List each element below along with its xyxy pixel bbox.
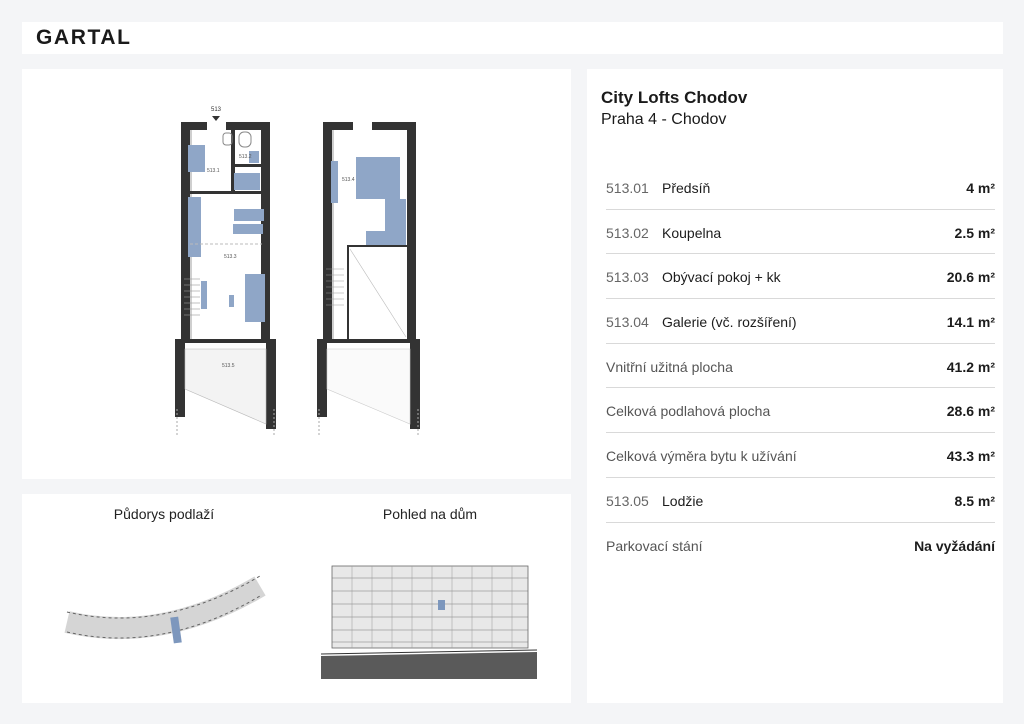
area-row: 513.04 Galerie (vč. rozšíření) 14.1 m² xyxy=(606,299,995,344)
area-value: 8.5 m² xyxy=(954,492,995,509)
project-location: Praha 4 - Chodov xyxy=(601,111,727,128)
header-bar: GARTAL xyxy=(22,22,1003,54)
thumbnails-drawing xyxy=(64,565,538,679)
floorplan-drawing: 513 513.2 513.1 513.3 513.5 513.4 xyxy=(175,107,420,437)
area-name: Celková výměra bytu k užívání xyxy=(606,448,797,465)
info-panel: City Lofts Chodov Praha 4 - Chodov 513.0… xyxy=(587,69,1003,703)
area-code: 513.05 xyxy=(606,492,649,509)
area-row: Vnitřní užitná plocha 41.2 m² xyxy=(606,344,995,389)
area-code: 513.02 xyxy=(606,224,649,241)
svg-text:513.1: 513.1 xyxy=(207,168,220,174)
area-name: Obývací pokoj + kk xyxy=(662,269,781,286)
area-code: 513.01 xyxy=(606,180,649,196)
area-row: Celková podlahová plocha 28.6 m² xyxy=(606,388,995,434)
area-name: Celková podlahová plocha xyxy=(606,403,771,420)
area-row: 513.05 Lodžie 8.5 m² xyxy=(606,478,995,523)
area-name: Lodžie xyxy=(662,492,704,509)
area-value: 4 m² xyxy=(966,180,995,196)
svg-text:513.4: 513.4 xyxy=(342,177,355,183)
area-value: 28.6 m² xyxy=(946,403,995,420)
unit-label: 513 xyxy=(211,107,222,113)
area-name: Vnitřní užitná plocha xyxy=(606,358,733,375)
area-row: 513.01 Předsíň 4 m² xyxy=(606,165,995,210)
area-row: 513.03 Obývací pokoj + kk 20.6 m² xyxy=(606,254,995,300)
svg-text:513.2: 513.2 xyxy=(239,154,252,160)
area-value: 14.1 m² xyxy=(946,314,995,331)
area-name: Předsíň xyxy=(662,180,711,196)
gallery-floor-plan: 513.4 xyxy=(317,122,420,437)
area-table: 513.01 Předsíň 4 m² 513.02 Koupelna 2.5 … xyxy=(606,165,995,567)
house-view-caption: Pohled na dům xyxy=(382,506,478,522)
house-facade-image xyxy=(320,565,538,679)
area-row: Parkovací stání Na vyžádání xyxy=(606,523,995,568)
svg-text:513.3: 513.3 xyxy=(224,254,237,260)
area-value: Na vyžádání xyxy=(914,537,995,554)
floor-overview-caption: Půdorys podlaží xyxy=(113,506,215,522)
area-code: 513.04 xyxy=(606,314,649,331)
area-row: Celková výměra bytu k užívání 43.3 m² xyxy=(606,433,995,478)
area-name: Galerie (vč. rozšíření) xyxy=(662,314,797,331)
area-code: 513.03 xyxy=(606,269,649,286)
brand-logo: GARTAL xyxy=(36,26,132,49)
area-name: Parkovací stání xyxy=(606,537,703,554)
thumbnails-panel: Půdorys podlaží Pohled na dům xyxy=(22,494,571,703)
area-value: 43.3 m² xyxy=(946,448,995,465)
area-value: 41.2 m² xyxy=(946,358,995,375)
area-name: Koupelna xyxy=(662,224,722,241)
svg-text:513.5: 513.5 xyxy=(222,363,235,369)
lower-floor-plan: 513 513.2 513.1 513.3 513.5 xyxy=(175,107,276,437)
project-name: City Lofts Chodov xyxy=(601,88,748,107)
area-value: 2.5 m² xyxy=(954,224,995,241)
floor-overview-image xyxy=(64,575,266,644)
floorplan-panel: 513 513.2 513.1 513.3 513.5 513.4 xyxy=(22,69,571,479)
area-value: 20.6 m² xyxy=(946,269,995,286)
area-row: 513.02 Koupelna 2.5 m² xyxy=(606,210,995,255)
